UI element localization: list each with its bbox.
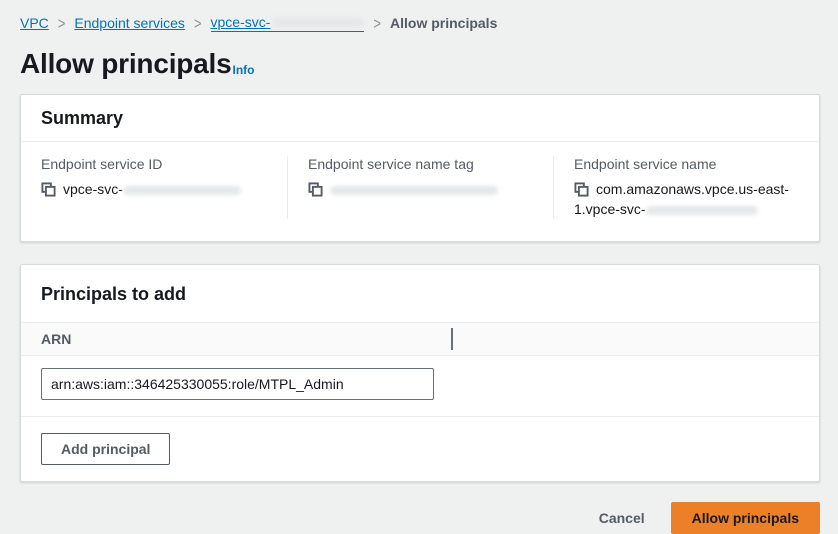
- summary-grid: Endpoint service ID vpce-svc- Endpoint s…: [21, 142, 819, 241]
- summary-field-endpoint-service-id: Endpoint service ID vpce-svc-: [21, 156, 287, 219]
- info-link[interactable]: Info: [233, 63, 255, 77]
- redacted-text: [330, 186, 498, 195]
- redacted-text: [646, 206, 758, 215]
- footer-actions: Cancel Allow principals: [20, 502, 820, 534]
- add-principal-row: Add principal: [21, 416, 819, 481]
- cancel-button[interactable]: Cancel: [599, 505, 645, 531]
- breadcrumb-service-id[interactable]: vpce-svc-: [211, 14, 365, 32]
- add-principal-button[interactable]: Add principal: [41, 433, 170, 465]
- field-label: Endpoint service ID: [41, 156, 269, 172]
- field-label: Endpoint service name tag: [308, 156, 535, 172]
- page-title: Allow principals: [20, 48, 232, 80]
- summary-card: Summary Endpoint service ID vpce-svc- En…: [20, 94, 820, 242]
- principals-title: Principals to add: [41, 284, 799, 305]
- breadcrumb: VPC > Endpoint services > vpce-svc- > Al…: [20, 14, 820, 32]
- breadcrumb-service-id-label: vpce-svc-: [211, 14, 271, 30]
- allow-principals-page: VPC > Endpoint services > vpce-svc- > Al…: [0, 0, 838, 534]
- chevron-right-icon: >: [373, 14, 381, 33]
- page-title-row: Allow principals Info: [20, 48, 820, 80]
- copy-icon[interactable]: [41, 182, 56, 197]
- copy-icon[interactable]: [308, 182, 323, 197]
- column-resize-handle[interactable]: [451, 328, 453, 350]
- field-value: [308, 179, 535, 199]
- copy-icon[interactable]: [574, 182, 589, 197]
- breadcrumb-endpoint-services[interactable]: Endpoint services: [74, 15, 185, 31]
- summary-field-endpoint-service-name: Endpoint service name com.amazonaws.vpce…: [553, 156, 819, 219]
- principals-to-add-card: Principals to add ARN Add principal: [20, 264, 820, 482]
- allow-principals-button[interactable]: Allow principals: [671, 502, 820, 534]
- field-value: vpce-svc-: [41, 179, 269, 199]
- field-label: Endpoint service name: [574, 156, 801, 172]
- summary-card-header: Summary: [21, 95, 819, 141]
- principals-card-header: Principals to add: [21, 265, 819, 322]
- arn-input-row: [21, 356, 819, 416]
- arn-input[interactable]: [41, 368, 434, 400]
- field-value: com.amazonaws.vpce.us-east-1.vpce-svc-: [574, 179, 801, 219]
- redacted-text: [272, 18, 364, 27]
- summary-field-endpoint-service-name-tag: Endpoint service name tag: [287, 156, 553, 219]
- redacted-text: [123, 186, 241, 195]
- arn-column-label: ARN: [41, 331, 71, 347]
- breadcrumb-current: Allow principals: [390, 15, 497, 31]
- chevron-right-icon: >: [194, 14, 202, 33]
- chevron-right-icon: >: [58, 14, 66, 33]
- breadcrumb-vpc[interactable]: VPC: [20, 15, 49, 31]
- field-value-text: vpce-svc-: [63, 181, 123, 197]
- arn-column-header: ARN: [21, 322, 819, 356]
- summary-title: Summary: [41, 108, 799, 129]
